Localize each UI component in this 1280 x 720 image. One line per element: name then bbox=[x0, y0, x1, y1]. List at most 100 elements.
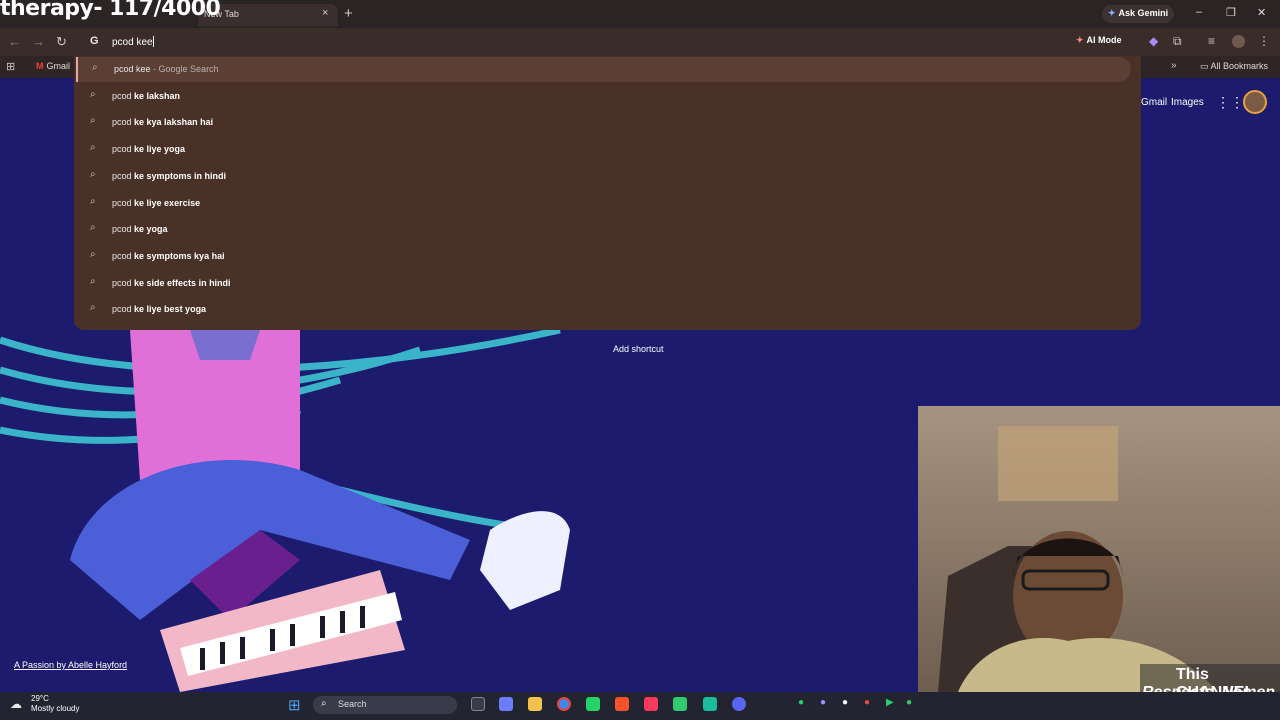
suggestion-completion: ke kya lakshan hai bbox=[134, 117, 214, 128]
bookmark-gmail-label: Gmail bbox=[46, 61, 71, 71]
back-icon[interactable]: ← bbox=[8, 34, 21, 49]
copilot-icon[interactable] bbox=[499, 697, 513, 711]
ai-mode-icon: ✦ bbox=[1076, 35, 1084, 45]
suggestion-item[interactable]: ⌕ pcod ke side effects in hindi bbox=[76, 271, 1131, 296]
suggestion-item[interactable]: ⌕ pcod ke symptoms kya hai bbox=[76, 244, 1131, 269]
google-logo-icon: G bbox=[90, 35, 99, 47]
omnibox-value: pcod kee bbox=[112, 37, 153, 48]
suggestion-completion: ke liye best yoga bbox=[134, 304, 207, 315]
suggestion-completion: ke symptoms in hindi bbox=[134, 170, 227, 181]
suggestion-item[interactable]: ⌕ pcod ke lakshan bbox=[76, 84, 1131, 109]
omnibox[interactable] bbox=[76, 31, 1140, 53]
brave-icon[interactable] bbox=[615, 697, 629, 711]
suggestion-query: pcod bbox=[112, 250, 135, 261]
bookmark-gmail[interactable]: M Gmail bbox=[36, 61, 70, 71]
suggestion-query: pcod bbox=[112, 170, 135, 181]
search-icon: ⌕ bbox=[90, 248, 96, 260]
tray-app-icon[interactable]: ● bbox=[820, 697, 826, 708]
file-explorer-icon[interactable] bbox=[528, 697, 542, 711]
suggestion-text: pcod ke symptoms in hindi bbox=[112, 171, 226, 181]
tray-record-icon[interactable]: ● bbox=[864, 697, 870, 708]
search-icon: ⌕ bbox=[90, 195, 96, 207]
suggestion-suffix: - Google Search bbox=[150, 64, 219, 74]
suggestion-item[interactable]: ⌕ pcod ke symptoms in hindi bbox=[76, 164, 1131, 189]
suggestion-text: pcod ke kya lakshan hai bbox=[112, 117, 213, 127]
extension-icon[interactable]: ◆ bbox=[1149, 34, 1158, 48]
tray-app-2-icon[interactable]: ● bbox=[842, 697, 848, 708]
ai-mode-label: AI Mode bbox=[1086, 35, 1122, 45]
whatsapp-icon[interactable] bbox=[586, 697, 600, 711]
new-tab-button[interactable]: + bbox=[344, 5, 353, 22]
search-icon: ⌕ bbox=[90, 88, 96, 100]
all-bookmarks-label: All Bookmarks bbox=[1210, 61, 1269, 71]
apps-icon[interactable]: ⊞ bbox=[6, 60, 15, 73]
suggestion-text: pcod kee - Google Search bbox=[114, 64, 219, 74]
images-link[interactable]: Images bbox=[1171, 97, 1204, 108]
suggestion-text: pcod ke yoga bbox=[112, 224, 168, 234]
task-view-icon[interactable] bbox=[471, 697, 485, 711]
all-bookmarks-button[interactable]: ▭ All Bookmarks bbox=[1200, 61, 1268, 72]
suggestion-item[interactable]: ⌕ pcod ke liye exercise bbox=[76, 191, 1131, 216]
weather-temp: 29°C bbox=[31, 694, 49, 703]
suggestion-query: pcod bbox=[112, 224, 135, 235]
suggestion-item[interactable]: ⌕ pcod ke liye yoga bbox=[76, 137, 1131, 162]
ask-gemini-button[interactable]: ✦ Ask Gemini bbox=[1102, 5, 1174, 23]
suggestion-item[interactable]: ⌕ pcod ke yoga bbox=[76, 217, 1131, 242]
suggestion-item[interactable]: ⌕ pcod ke kya lakshan hai bbox=[76, 110, 1131, 135]
background-credit-link[interactable]: A Passion by Abelle Hayford bbox=[14, 660, 127, 670]
suggestion-query: pcod bbox=[112, 90, 135, 101]
gemini-icon: ✦ bbox=[1108, 8, 1116, 18]
suggestion-completion: ke lakshan bbox=[134, 90, 181, 101]
chrome-icon[interactable] bbox=[557, 697, 571, 711]
tray-play-icon[interactable]: ▶ bbox=[886, 697, 894, 708]
reload-icon[interactable]: ↻ bbox=[56, 34, 67, 50]
forward-icon[interactable]: → bbox=[32, 34, 45, 49]
webcam-overlay bbox=[918, 406, 1280, 692]
suggestion-query: pcod bbox=[112, 304, 135, 315]
tray-whatsapp-icon[interactable]: ● bbox=[798, 697, 804, 708]
suggestion-query: pcod bbox=[112, 197, 135, 208]
webcam-figure bbox=[938, 426, 1218, 692]
search-icon: ⌕ bbox=[90, 115, 96, 127]
taskbar-search-icon: ⌕ bbox=[321, 698, 327, 709]
suggestion-completion: ke liye exercise bbox=[134, 197, 201, 208]
omnibox-input[interactable]: pcod kee bbox=[112, 36, 154, 48]
google-apps-grid-icon[interactable]: ⋮⋮ bbox=[1216, 94, 1244, 111]
minimize-button[interactable]: – bbox=[1196, 6, 1202, 18]
suggestion-text: pcod ke liye best yoga bbox=[112, 304, 206, 314]
profile-avatar[interactable] bbox=[1243, 90, 1267, 114]
chevron-double-right-icon[interactable]: » bbox=[1171, 60, 1177, 71]
music-icon[interactable] bbox=[644, 697, 658, 711]
profile-avatar-small[interactable] bbox=[1232, 35, 1245, 48]
suggestion-query: pcod kee bbox=[114, 64, 151, 74]
weather-icon[interactable]: ☁ bbox=[10, 697, 22, 711]
discord-icon[interactable] bbox=[732, 697, 746, 711]
suggestion-query: pcod bbox=[112, 144, 135, 155]
taskbar-search-box[interactable] bbox=[313, 696, 457, 714]
reading-list-icon[interactable]: ≡ bbox=[1208, 34, 1215, 48]
windows-taskbar bbox=[0, 692, 1280, 720]
ai-mode-button[interactable]: ✦ AI Mode bbox=[1076, 35, 1122, 46]
taskbar-search-label: Search bbox=[338, 699, 367, 709]
suggestion-item[interactable]: ⌕ pcod ke liye best yoga bbox=[76, 297, 1131, 322]
add-shortcut-button[interactable]: Add shortcut bbox=[613, 344, 664, 354]
search-icon: ⌕ bbox=[90, 142, 96, 154]
stream-overlay-title: therapy- 117/4000 bbox=[0, 0, 221, 21]
search-icon: ⌕ bbox=[92, 62, 98, 73]
game-launcher-icon[interactable] bbox=[673, 697, 687, 711]
close-icon[interactable]: × bbox=[322, 7, 328, 19]
close-window-button[interactable]: ✕ bbox=[1257, 6, 1266, 19]
restore-button[interactable]: ❐ bbox=[1226, 6, 1236, 19]
suggestion-item[interactable]: ⌕ pcod kee - Google Search bbox=[76, 57, 1131, 82]
windows-start-icon[interactable]: ⊞ bbox=[288, 696, 301, 714]
gmail-link[interactable]: Gmail bbox=[1141, 97, 1167, 108]
search-icon: ⌕ bbox=[90, 275, 96, 287]
ask-gemini-label: Ask Gemini bbox=[1118, 8, 1169, 18]
extensions-puzzle-icon[interactable]: ⧉ bbox=[1173, 34, 1182, 49]
suggestion-query: pcod bbox=[112, 117, 135, 128]
tool-app-icon[interactable] bbox=[703, 697, 717, 711]
tray-app-3-icon[interactable]: ● bbox=[906, 697, 912, 708]
suggestion-text: pcod ke symptoms kya hai bbox=[112, 251, 225, 261]
menu-kebab-icon[interactable]: ⋮ bbox=[1258, 34, 1270, 48]
search-icon: ⌕ bbox=[90, 168, 96, 180]
